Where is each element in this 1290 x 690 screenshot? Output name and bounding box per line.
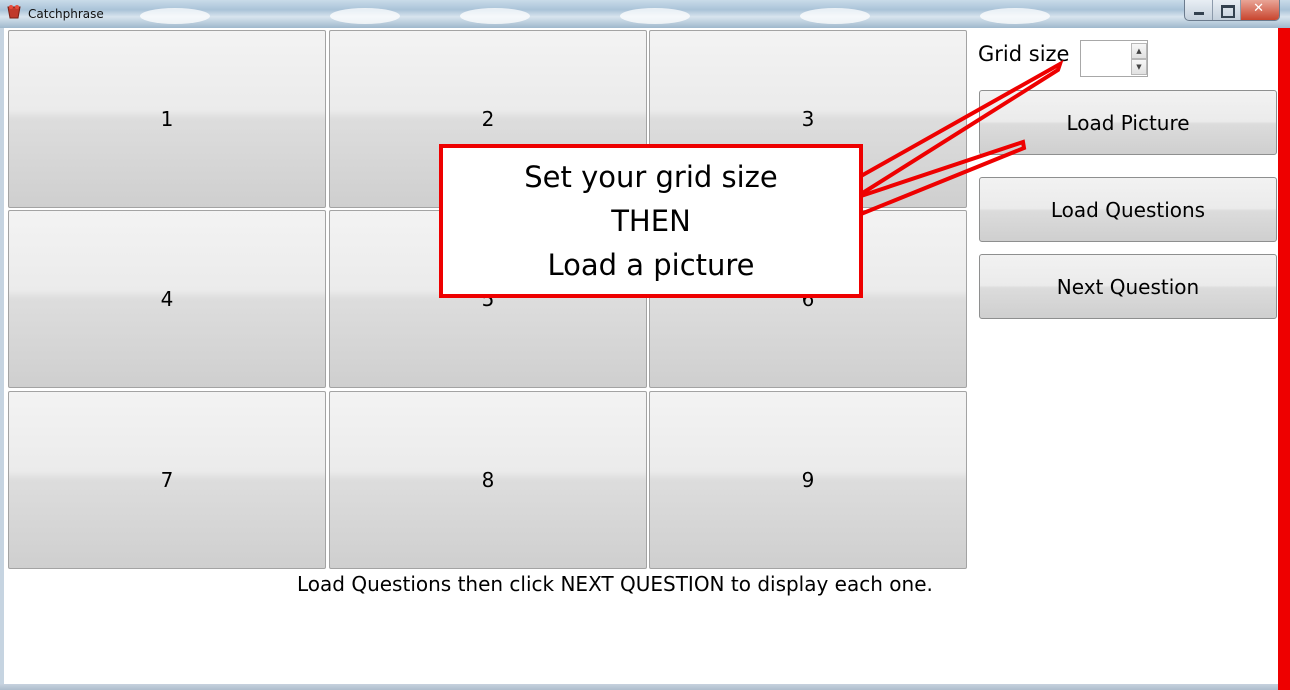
close-button[interactable] [1241, 0, 1279, 20]
tile-button-1[interactable]: 1 [8, 30, 326, 208]
tile-button-9[interactable]: 9 [649, 391, 967, 569]
callout-line: Load a picture [547, 248, 755, 282]
window-controls [1184, 0, 1280, 21]
tile-button-7[interactable]: 7 [8, 391, 326, 569]
titlebar-decoration [800, 8, 870, 24]
spin-down-button[interactable]: ▼ [1131, 59, 1147, 75]
next-question-button[interactable]: Next Question [979, 254, 1277, 319]
tile-button-4[interactable]: 4 [8, 210, 326, 388]
grid-size-label: Grid size [978, 42, 1070, 66]
titlebar-decoration [140, 8, 210, 24]
load-questions-button[interactable]: Load Questions [979, 177, 1277, 242]
chevron-down-icon: ▼ [1136, 63, 1142, 71]
titlebar-decoration [330, 8, 400, 24]
grid-size-input[interactable] [1083, 44, 1131, 73]
titlebar-decoration [460, 8, 530, 24]
title-bar: Catchphrase [0, 0, 1290, 28]
chevron-up-icon: ▲ [1136, 47, 1142, 55]
window-title: Catchphrase [28, 7, 104, 21]
load-picture-button[interactable]: Load Picture [979, 90, 1277, 155]
window-right-border [1278, 28, 1290, 690]
window-bottom-edge [0, 684, 1278, 690]
callout-box: Set your grid size THEN Load a picture [439, 144, 863, 298]
spin-up-button[interactable]: ▲ [1131, 43, 1147, 59]
titlebar-decoration [980, 8, 1050, 24]
tile-button-8[interactable]: 8 [329, 391, 647, 569]
callout-line: THEN [611, 204, 691, 238]
callout-line: Set your grid size [524, 160, 778, 194]
titlebar-decoration [620, 8, 690, 24]
maximize-button[interactable] [1213, 0, 1242, 20]
grid-size-spinner[interactable]: ▲ ▼ [1080, 40, 1148, 77]
app-catchphrase-icon [7, 5, 21, 19]
minimize-button[interactable] [1185, 0, 1214, 20]
instructions-text: Load Questions then click NEXT QUESTION … [297, 572, 933, 596]
tile-grid: 1 2 3 4 5 6 7 8 9 [8, 30, 968, 570]
